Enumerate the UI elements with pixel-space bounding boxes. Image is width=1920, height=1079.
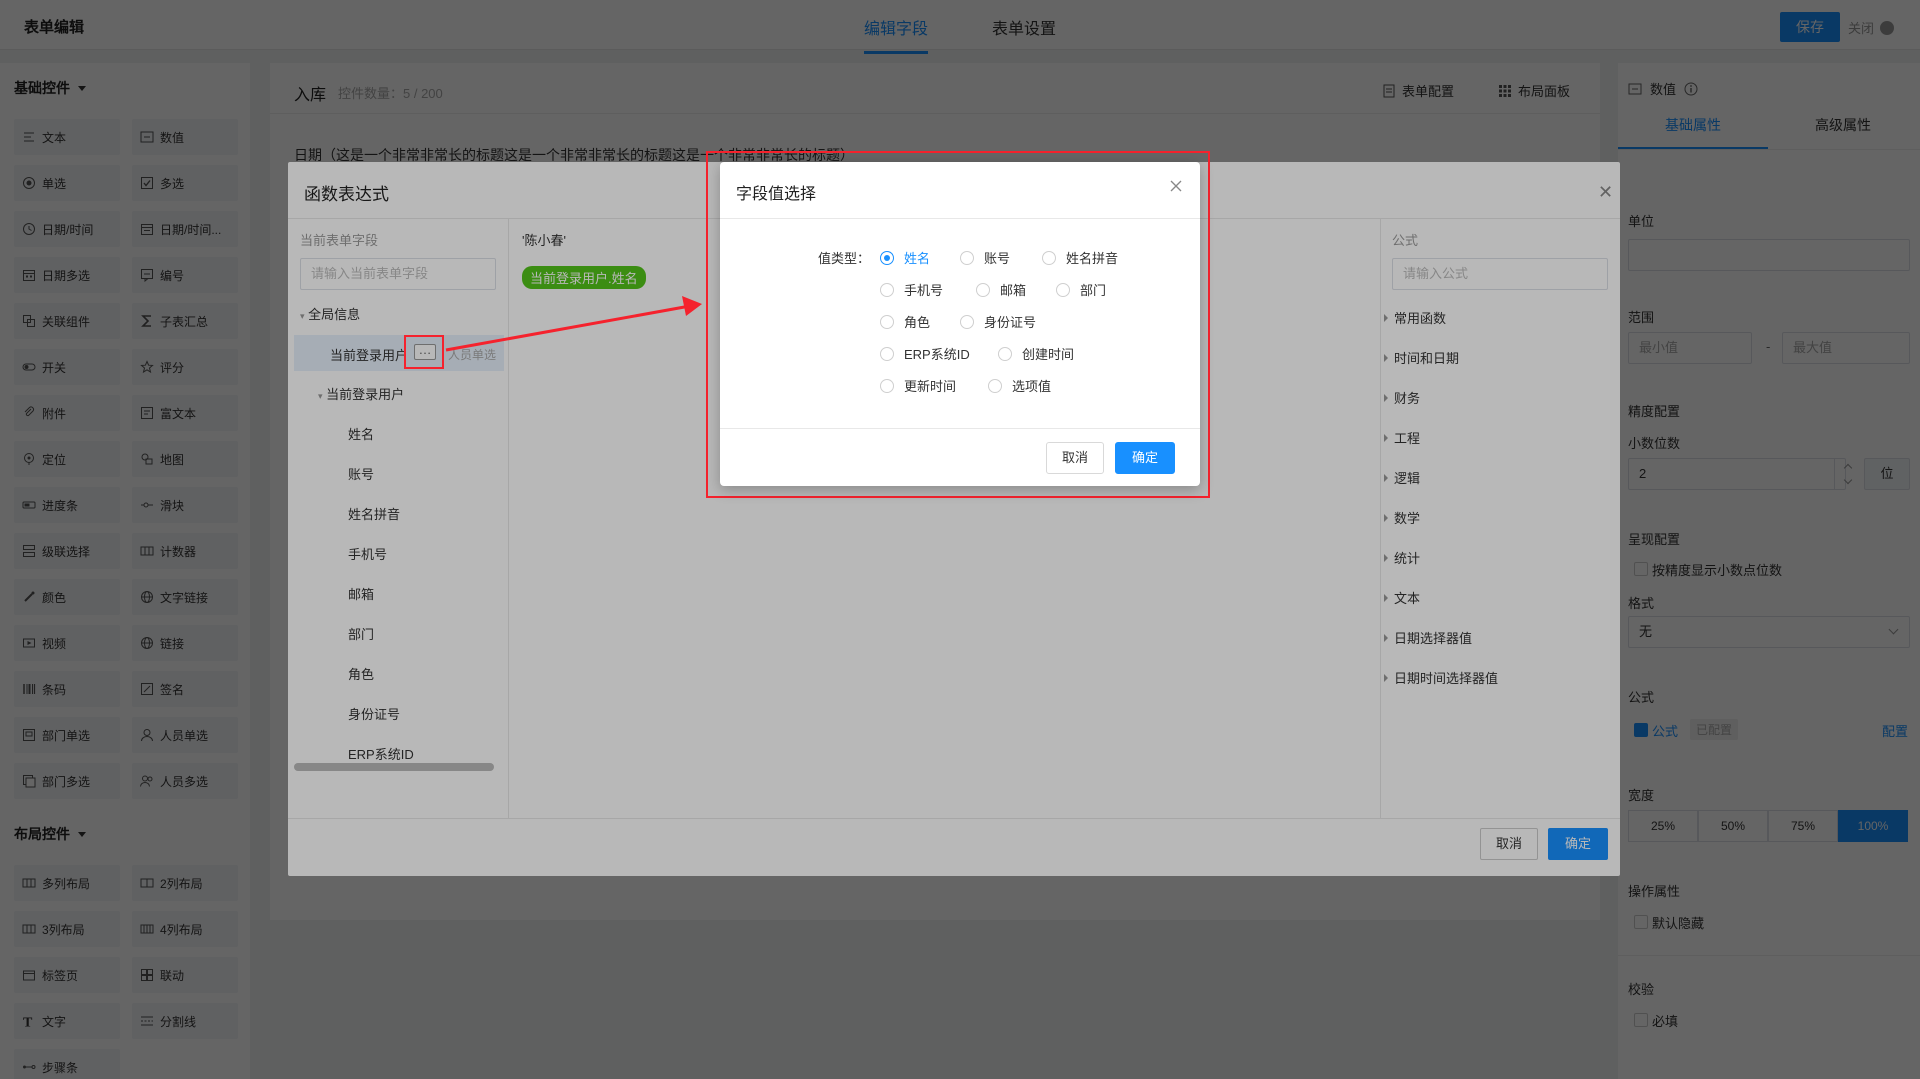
value-type-radio[interactable]: 部门 bbox=[1056, 280, 1106, 299]
value-type-radio[interactable]: ERP系统ID bbox=[880, 344, 970, 363]
radio-circle-icon bbox=[998, 346, 1012, 361]
value-type-label: 值类型： bbox=[818, 251, 871, 266]
value-type-option-label: 手机号 bbox=[904, 283, 944, 298]
radio-circle-icon bbox=[880, 346, 894, 361]
value-type-option-label: 创建时间 bbox=[1022, 347, 1075, 362]
value-type-option-label: 更新时间 bbox=[904, 379, 957, 394]
radio-circle-icon bbox=[976, 282, 990, 297]
radio-circle-icon bbox=[1042, 250, 1056, 265]
radio-circle-icon bbox=[960, 250, 974, 265]
value-type-option-label: 角色 bbox=[904, 315, 931, 330]
value-type-radio[interactable]: 姓名拼音 bbox=[1042, 248, 1118, 267]
modal-ok-button[interactable]: 确定 bbox=[1115, 442, 1175, 474]
value-type-option-label: 姓名拼音 bbox=[1066, 251, 1119, 266]
field-value-modal: 字段值选择 值类型： 姓名 账号 姓名拼音手机号 邮箱 部门角色 身份证号 ERP系统ID 创… bbox=[720, 162, 1200, 486]
value-type-option-label: 邮箱 bbox=[1000, 283, 1027, 298]
modal-header-divider bbox=[720, 218, 1200, 219]
radio-circle-icon bbox=[1056, 282, 1070, 297]
value-type-radio[interactable]: 选项值 bbox=[988, 376, 1051, 395]
value-type-radio[interactable]: 手机号 bbox=[880, 280, 943, 299]
close-icon[interactable] bbox=[1168, 178, 1184, 194]
modal-footer-divider bbox=[720, 428, 1200, 429]
value-type-radio[interactable]: 创建时间 bbox=[998, 344, 1074, 363]
radio-circle-icon bbox=[880, 378, 894, 393]
radio-circle-icon bbox=[988, 378, 1002, 393]
value-type-option-label: 身份证号 bbox=[984, 315, 1037, 330]
value-type-option-label: 账号 bbox=[984, 251, 1011, 266]
modal-title: 字段值选择 bbox=[736, 186, 817, 203]
value-type-radio[interactable]: 角色 bbox=[880, 312, 930, 331]
modal-cancel-button[interactable]: 取消 bbox=[1046, 442, 1104, 474]
value-type-option-label: 姓名 bbox=[904, 251, 931, 266]
radio-circle-icon bbox=[960, 314, 974, 329]
highlight-box-picker bbox=[404, 335, 444, 369]
value-type-option-label: ERP系统ID bbox=[904, 347, 970, 362]
value-type-radio[interactable]: 邮箱 bbox=[976, 280, 1026, 299]
radio-circle-icon bbox=[880, 282, 894, 297]
radio-circle-icon bbox=[880, 314, 894, 329]
value-type-radio[interactable]: 账号 bbox=[960, 248, 1010, 267]
value-type-radio[interactable]: 姓名 bbox=[880, 248, 930, 267]
radio-circle-icon bbox=[880, 250, 894, 265]
value-type-radio[interactable]: 更新时间 bbox=[880, 376, 956, 395]
value-type-radio[interactable]: 身份证号 bbox=[960, 312, 1036, 331]
value-type-option-label: 部门 bbox=[1080, 283, 1107, 298]
value-type-option-label: 选项值 bbox=[1012, 379, 1052, 394]
